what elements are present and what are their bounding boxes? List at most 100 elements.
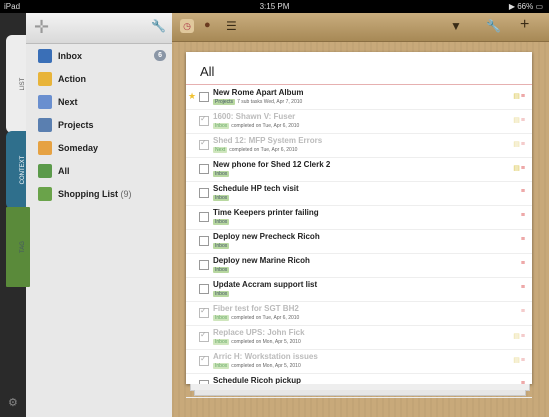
gear-icon[interactable]: ⚙ [8,396,18,409]
sidebar-item-inbox[interactable]: Inbox 6 [26,45,172,68]
note-icon: ▤ [513,93,521,100]
left-toolbar: ✛ 🔧 [26,13,172,44]
task-checkbox[interactable] [199,212,209,222]
task-list: ★ New Rome Apart Album Projects 7 sub tasks… [186,86,532,398]
sidebar-item-action[interactable]: Action [26,68,172,91]
task-indicators: ▤≡ [513,356,526,364]
clock-icon[interactable]: ◷ [180,19,194,33]
task-meta: completed on Mon, Apr 5, 2010 [231,363,301,369]
task-subline: Next completed on Tue, Apr 6, 2010 [213,147,297,153]
task-checkbox[interactable] [199,260,209,270]
sidebar-item-count: (9) [120,189,132,199]
page-title: All [200,64,215,79]
wrench-icon[interactable]: 🔧 [151,19,166,33]
sidebar-item-label: Someday [58,143,99,153]
task-indicators: ≡ [521,236,526,243]
task-list-page: All ★ New Rome Apart Album Projects 7 sub t… [186,52,532,398]
sidebar-item-next[interactable]: Next [26,91,172,114]
priority-icon: ≡ [520,188,526,195]
task-checkbox[interactable] [199,188,209,198]
inbox-icon [38,49,52,63]
all-icon [38,164,52,178]
task-title: Fiber test for SGT BH2 [213,304,299,313]
priority-icon: ≡ [520,141,526,148]
priority-icon: ≡ [520,284,526,291]
task-row[interactable]: Update Accram support list Inbox ≡ [186,278,532,302]
task-tag: Next [213,147,228,153]
task-tag: Inbox [213,315,230,321]
task-tag: Inbox [213,291,230,297]
task-row[interactable]: Shed 12: MFP System Errors Nextcompleted … [186,134,532,158]
next-icon [38,95,52,109]
task-title: Update Accram support list [213,280,318,289]
task-subline: Inbox [213,243,231,249]
task-row[interactable]: New phone for Shed 12 Clerk 2 Inbox ▤≡ [186,158,532,182]
task-indicators: ▤≡ [513,116,526,124]
side-tab-strip: LIST CONTEXT TAG ⚙ [0,13,30,417]
filter-icon[interactable]: ▼ [450,19,462,33]
task-indicators: ≡ [521,212,526,219]
task-row[interactable]: Schedule HP tech visit Inbox ≡ [186,182,532,206]
sidebar-item-label: Inbox [58,51,82,61]
task-checkbox[interactable] [199,354,209,366]
shopping-list-icon [38,187,52,201]
task-meta: completed on Tue, Apr 6, 2010 [231,123,300,129]
priority-icon: ≡ [520,93,526,100]
battery-percent: 66% [517,2,534,11]
task-row[interactable]: Fiber test for SGT BH2 Inboxcompleted on … [186,302,532,326]
task-checkbox[interactable] [199,92,209,102]
task-subline: Inbox [213,219,231,225]
task-row[interactable]: Deploy new Precheck Ricoh Inbox ≡ [186,230,532,254]
task-checkbox[interactable] [199,114,209,126]
sidebar-item-someday[interactable]: Someday [26,137,172,160]
paper-stack-edge-2 [194,390,526,396]
task-indicators: ▤≡ [513,164,526,172]
task-title: Deploy new Precheck Ricoh [213,232,320,241]
sidebar-item-projects[interactable]: Projects [26,114,172,137]
star-icon[interactable]: ★ [188,91,196,102]
task-row[interactable]: Time Keepers printer failing Inbox ≡ [186,206,532,230]
task-checkbox[interactable] [199,306,209,318]
menu-icon[interactable]: ☰ [226,19,237,33]
tab-list[interactable]: LIST [6,35,26,133]
note-icon: ▤ [513,357,521,364]
tab-context[interactable]: CONTEXT [6,131,26,209]
task-title: Shed 12: MFP System Errors [213,136,323,145]
task-checkbox[interactable] [199,236,209,246]
priority-icon: ≡ [520,165,526,172]
task-title: Replace UPS: John Fick [213,328,305,337]
task-tag: Inbox [213,243,230,249]
task-checkbox[interactable] [199,330,209,342]
add-task-button[interactable]: + [520,16,529,34]
task-title: New Rome Apart Album [213,88,304,97]
task-row[interactable]: Deploy new Marine Ricoh Inbox ≡ [186,254,532,278]
task-checkbox[interactable] [199,138,209,150]
task-tag: Inbox [213,339,230,345]
priority-icon: ≡ [520,357,526,364]
task-title: Schedule HP tech visit [213,184,299,193]
priority-icon: ≡ [520,212,526,219]
task-subline: Inbox [213,267,231,273]
priority-icon: ≡ [520,117,526,124]
sidebar-item-label-wrap: Shopping List (9) [58,183,132,206]
sidebar-item-all[interactable]: All [26,160,172,183]
tab-tag[interactable]: TAG [6,207,30,287]
task-row[interactable]: 1600: Shawn V: Fuser Inboxcompleted on Tu… [186,110,532,134]
task-row[interactable]: ★ New Rome Apart Album Projects 7 sub tasks… [186,86,532,110]
task-indicators: ▤≡ [513,140,526,148]
task-indicators: ≡ [521,260,526,267]
task-subline: Inbox [213,291,231,297]
sidebar-item-shopping-list[interactable]: Shopping List (9) [26,183,172,206]
sidebar-list: Inbox 6 Action Next Projects Someday All Shoppi… [26,45,172,206]
task-checkbox[interactable] [199,164,209,174]
tab-tag-label: TAG [20,241,26,253]
task-row[interactable]: Arric H: Workstation issues Inboxcomplete… [186,350,532,374]
add-list-button[interactable]: ✛ [34,17,49,38]
task-row[interactable]: Replace UPS: John Fick Inboxcompleted on … [186,326,532,350]
task-meta: completed on Mon, Apr 5, 2010 [231,339,301,345]
info-icon[interactable]: ● [204,19,211,31]
main-toolbar: ◷ ● ☰ ▼ 🔧 + [172,13,549,42]
battery-indicator: ▶ 66% ▭ [508,2,543,11]
task-checkbox[interactable] [199,284,209,294]
settings-wrench-icon[interactable]: 🔧 [486,19,501,33]
